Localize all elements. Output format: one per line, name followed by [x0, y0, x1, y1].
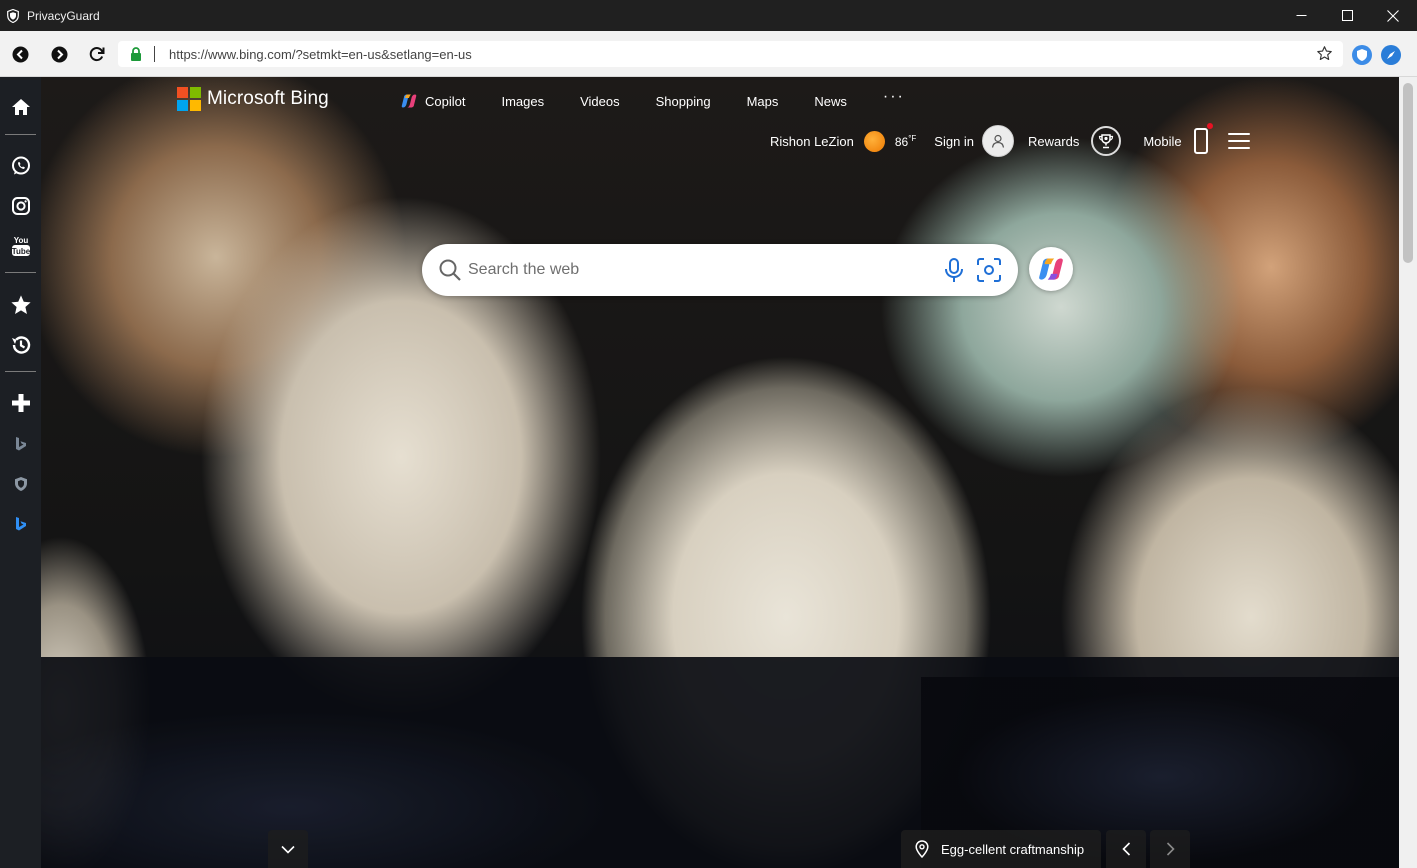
- bing-logo-text: Microsoft Bing: [207, 88, 329, 109]
- sidebar-item-privacyguard[interactable]: [0, 469, 41, 499]
- sidebar-divider: [5, 272, 36, 273]
- sidebar-item-whatsapp[interactable]: [0, 151, 41, 181]
- forward-icon: [51, 46, 67, 62]
- favorites-star-icon: [10, 295, 31, 314]
- nav-copilot[interactable]: Copilot: [401, 93, 465, 109]
- image-caption-text: Egg-cellent craftmanship: [941, 841, 1085, 857]
- window-title: PrivacyGuard: [27, 8, 100, 23]
- history-icon: [11, 336, 30, 354]
- bing-right-nav: Rishon LeZion 86°F Sign in Rewards Mobil…: [770, 123, 1250, 157]
- address-bar[interactable]: https://www.bing.com/?setmkt=en-us&setla…: [118, 41, 1343, 67]
- previous-image-button[interactable]: [1106, 830, 1146, 868]
- bing-homepage: Microsoft Bing Copilot Images Videos Sho…: [41, 77, 1399, 868]
- microsoft-logo-icon: [177, 87, 201, 111]
- visual-search-icon[interactable]: [976, 257, 1002, 283]
- copilot-icon: [1039, 258, 1063, 280]
- instagram-icon: [11, 197, 30, 215]
- sidebar-item-bing[interactable]: [0, 429, 41, 459]
- temperature-unit: °F: [908, 133, 917, 143]
- title-bar: PrivacyGuard: [0, 0, 1417, 31]
- chevron-down-icon: [281, 845, 295, 854]
- search-box[interactable]: [422, 244, 1018, 296]
- scroll-down-button[interactable]: [268, 830, 308, 868]
- image-caption[interactable]: Egg-cellent craftmanship: [901, 830, 1101, 868]
- weather-temperature[interactable]: 86°F: [895, 134, 916, 149]
- svg-text:You: You: [13, 236, 28, 245]
- nav-images[interactable]: Images: [501, 94, 544, 109]
- rewards-trophy-icon[interactable]: [1091, 126, 1122, 156]
- notification-dot: [1206, 123, 1213, 129]
- sidebar-item-history[interactable]: [0, 330, 41, 360]
- sidebar-item-add[interactable]: [0, 388, 41, 418]
- svg-text:Tube: Tube: [11, 247, 30, 256]
- url-separator: [154, 46, 155, 62]
- location-pin-icon: [915, 840, 929, 858]
- back-button[interactable]: [9, 43, 31, 65]
- youtube-icon: You Tube: [11, 236, 30, 256]
- sun-icon[interactable]: [863, 130, 885, 152]
- privacyguard-shield-icon: [6, 8, 20, 23]
- reload-button[interactable]: [86, 43, 108, 65]
- forward-button[interactable]: [48, 43, 70, 65]
- next-image-button[interactable]: [1150, 830, 1190, 868]
- bing-icon: [15, 437, 26, 451]
- reload-icon: [89, 47, 105, 61]
- search-icon: [439, 259, 461, 281]
- weather-location[interactable]: Rishon LeZion: [770, 134, 854, 149]
- chevron-right-icon: [1166, 842, 1175, 856]
- rewards-label[interactable]: Rewards: [1028, 134, 1079, 149]
- sidebar-item-favorites[interactable]: [0, 290, 41, 320]
- lock-icon: [131, 47, 141, 61]
- sidebar-divider: [5, 371, 36, 372]
- minimize-button[interactable]: [1278, 0, 1324, 31]
- bing-top-nav: Copilot Images Videos Shopping Maps News…: [401, 88, 905, 109]
- bookmark-star-icon[interactable]: [1316, 45, 1333, 62]
- sidebar-divider: [5, 134, 36, 135]
- user-avatar-icon[interactable]: [982, 125, 1015, 157]
- copilot-search-button[interactable]: [1029, 247, 1073, 291]
- home-icon: [11, 99, 30, 115]
- bing-blue-icon: [15, 517, 26, 531]
- add-icon: [11, 394, 30, 412]
- scrollbar-thumb[interactable]: [1403, 83, 1413, 263]
- search-input[interactable]: [468, 258, 918, 282]
- whatsapp-icon: [11, 156, 30, 175]
- privacyguard-shield-icon: [14, 477, 27, 491]
- sign-in-label[interactable]: Sign in: [934, 134, 974, 149]
- temperature-value: 86: [894, 134, 909, 149]
- back-icon: [12, 46, 28, 62]
- microphone-icon[interactable]: [942, 257, 966, 283]
- browser-toolbar: https://www.bing.com/?setmkt=en-us&setla…: [0, 31, 1417, 77]
- sidebar-item-instagram[interactable]: [0, 191, 41, 221]
- mobile-phone-icon[interactable]: [1193, 123, 1213, 154]
- sidebar: You Tube: [0, 77, 41, 868]
- close-button[interactable]: [1370, 0, 1416, 31]
- chevron-left-icon: [1121, 842, 1130, 856]
- nav-more-button[interactable]: ···: [883, 88, 905, 106]
- nav-copilot-label: Copilot: [425, 93, 466, 109]
- extension-compass-icon[interactable]: [1381, 45, 1401, 65]
- mobile-label[interactable]: Mobile: [1143, 134, 1181, 149]
- bing-logo[interactable]: Microsoft Bing: [177, 87, 329, 111]
- maximize-button[interactable]: [1324, 0, 1370, 31]
- nav-shopping[interactable]: Shopping: [656, 94, 711, 109]
- sidebar-item-home[interactable]: [0, 92, 41, 122]
- page-scrollbar[interactable]: [1399, 77, 1417, 868]
- hamburger-menu-icon[interactable]: [1227, 133, 1250, 149]
- nav-videos[interactable]: Videos: [580, 94, 620, 109]
- copilot-icon: [401, 94, 417, 108]
- sidebar-item-youtube[interactable]: You Tube: [0, 231, 41, 261]
- sidebar-item-bing-blue[interactable]: [0, 509, 41, 539]
- nav-maps[interactable]: Maps: [747, 94, 779, 109]
- nav-news[interactable]: News: [814, 94, 847, 109]
- url-text[interactable]: https://www.bing.com/?setmkt=en-us&setla…: [169, 47, 472, 62]
- extension-shield-icon[interactable]: [1352, 45, 1372, 65]
